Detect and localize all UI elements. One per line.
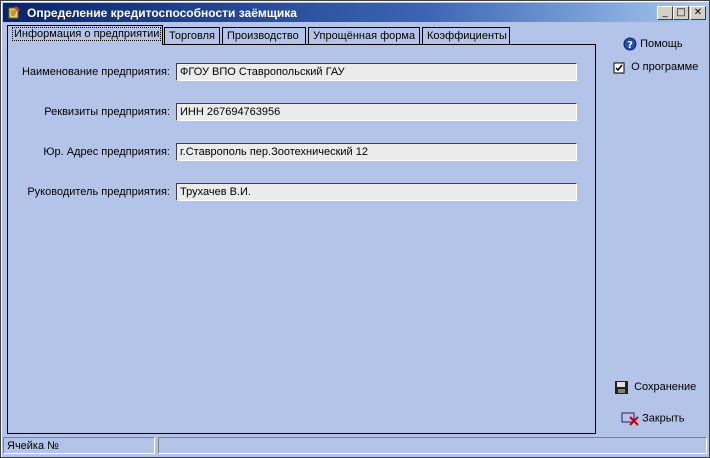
about-label: О программе [631,61,699,74]
legal-address-label: Юр. Адрес предприятия: [43,146,170,158]
company-name-field[interactable]: ФГОУ ВПО Ставропольский ГАУ [176,63,577,81]
company-details-field[interactable]: ИНН 267694763956 [176,103,577,121]
tab-label: Торговля [169,30,215,42]
company-head-field[interactable]: Трухачев В.И. [176,183,577,201]
help-label: Помощь [640,37,683,50]
company-info-panel: Наименование предприятия: ФГОУ ВПО Ставр… [7,44,596,434]
company-details-label: Реквизиты предприятия: [44,106,170,118]
close-window-button[interactable]: ✕ [690,6,706,20]
window-title: Определение кредитоспособности заёмщика [27,6,297,20]
app-icon [8,6,20,19]
save-button[interactable]: Сохранение [614,380,696,395]
checkbox-icon [613,62,625,74]
tab-trade[interactable]: Торговля [164,27,220,44]
company-name-label: Наименование предприятия: [21,66,170,78]
company-head-label: Руководитель предприятия: [27,186,170,198]
app-window: Определение кредитоспособности заёмщика … [0,0,710,458]
svg-text:?: ? [627,40,633,51]
legal-address-field[interactable]: г.Ставрополь пер.Зоотехнический 12 [176,143,577,161]
help-icon: ? [623,37,637,51]
tab-label: Упрощённая форма [313,30,416,42]
status-bar: Ячейка № [3,437,707,455]
help-button[interactable]: ? Помощь [623,37,683,51]
close-label: Закрыть [642,412,685,425]
minimize-button[interactable]: _ [657,6,673,20]
tab-simplified-form[interactable]: Упрощённая форма [308,27,420,44]
about-button[interactable]: О программе [613,61,698,74]
tab-coefficients[interactable]: Коэффициенты [422,27,510,44]
tab-label: Коэффициенты [427,30,507,42]
tab-label: Производство [227,30,299,42]
floppy-disk-icon [615,381,628,394]
close-icon [621,412,639,426]
save-label: Сохранение [634,381,697,394]
close-button[interactable]: Закрыть [621,411,684,426]
title-bar[interactable]: Определение кредитоспособности заёмщика … [3,3,707,22]
tab-label: Информация о предприятии [12,27,162,41]
maximize-button[interactable]: □ [673,6,689,20]
tab-production[interactable]: Производство [222,27,306,44]
status-value [158,437,707,454]
tab-company-info[interactable]: Информация о предприятии [7,25,163,45]
cell-number-status: Ячейка № [3,437,155,454]
